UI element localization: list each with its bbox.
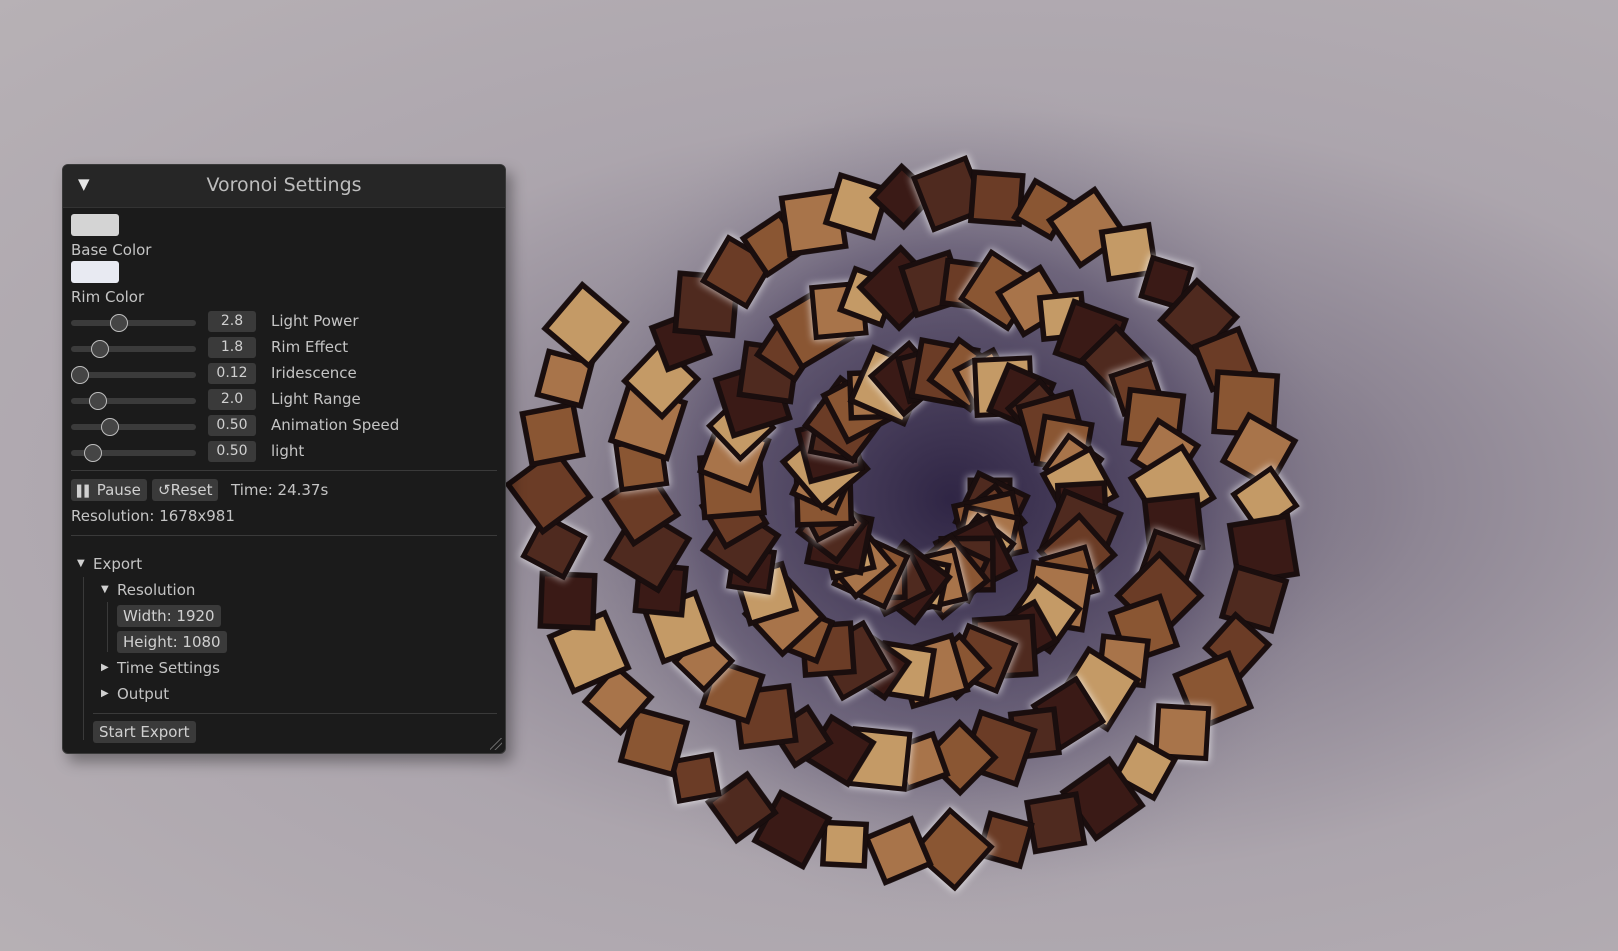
tree-guide-line <box>83 577 84 740</box>
slider-track[interactable] <box>71 366 196 384</box>
pause-icon: ▌▌ <box>77 485 93 498</box>
voronoi-tile <box>1153 703 1212 762</box>
slider-knob[interactable] <box>89 392 108 410</box>
voronoi-tile <box>669 751 722 805</box>
reset-icon: ↺ <box>158 481 171 499</box>
slider-label: light <box>271 442 305 460</box>
slider-light-power[interactable]: 2.8 Light Power <box>71 311 491 332</box>
voronoi-tile <box>1024 791 1087 855</box>
height-field[interactable]: Height: 1080 <box>117 631 227 653</box>
width-field[interactable]: Width: 1920 <box>117 605 221 627</box>
output-section-header[interactable]: Output <box>117 685 169 703</box>
collapsed-triangle-icon: ▶ <box>101 662 109 673</box>
slider-label: Iridescence <box>271 364 357 382</box>
expanded-triangle-icon: ▼ <box>101 584 109 595</box>
slider-track[interactable] <box>71 418 196 436</box>
slider-value[interactable]: 0.50 <box>208 441 256 462</box>
slider-track[interactable] <box>71 340 196 358</box>
slider-light[interactable]: 0.50 light <box>71 441 491 462</box>
resolution-section-header[interactable]: Resolution <box>117 581 195 599</box>
slider-knob[interactable] <box>91 340 110 358</box>
voronoi-tile <box>519 401 586 467</box>
slider-iridescence[interactable]: 0.12 Iridescence <box>71 363 491 384</box>
slider-knob[interactable] <box>100 418 119 436</box>
tree-guide-line <box>107 602 108 652</box>
divider <box>71 535 497 536</box>
slider-label: Light Range <box>271 390 361 408</box>
panel-titlebar[interactable]: ▼ Voronoi Settings <box>63 165 505 208</box>
divider <box>93 713 497 714</box>
slider-animation-speed[interactable]: 0.50 Animation Speed <box>71 415 491 436</box>
slider-rim-effect[interactable]: 1.8 Rim Effect <box>71 337 491 358</box>
time-settings-section-header[interactable]: Time Settings <box>117 659 220 677</box>
export-section-header[interactable]: Export <box>93 555 142 573</box>
slider-track[interactable] <box>71 444 196 462</box>
slider-label: Light Power <box>271 312 359 330</box>
panel-title: Voronoi Settings <box>206 174 362 196</box>
start-export-button[interactable]: Start Export <box>93 721 196 743</box>
slider-label: Animation Speed <box>271 416 400 434</box>
rim-color-label: Rim Color <box>71 288 145 306</box>
divider <box>71 470 497 471</box>
voronoi-tile <box>537 571 598 631</box>
slider-value[interactable]: 0.50 <box>208 415 256 436</box>
slider-value[interactable]: 1.8 <box>208 337 256 358</box>
slider-value[interactable]: 2.0 <box>208 389 256 410</box>
slider-knob[interactable] <box>71 366 89 384</box>
resize-grip-icon[interactable] <box>490 738 502 750</box>
slider-value[interactable]: 2.8 <box>208 311 256 332</box>
slider-track[interactable] <box>71 314 196 332</box>
time-readout: Time: 24.37s <box>231 481 329 499</box>
slider-knob[interactable] <box>83 444 102 462</box>
slider-value[interactable]: 0.12 <box>208 363 256 384</box>
reset-button[interactable]: ↺Reset <box>152 479 219 501</box>
pause-button-label: Pause <box>96 481 141 499</box>
slider-light-range[interactable]: 2.0 Light Range <box>71 389 491 410</box>
pause-button[interactable]: ▌▌ Pause <box>71 479 147 501</box>
slider-label: Rim Effect <box>271 338 349 356</box>
expanded-triangle-icon: ▼ <box>77 558 85 569</box>
reset-button-label: Reset <box>170 481 213 499</box>
base-color-swatch[interactable] <box>71 214 119 236</box>
voronoi-tile <box>820 820 869 869</box>
slider-track[interactable] <box>71 392 196 410</box>
rim-color-swatch[interactable] <box>71 261 119 283</box>
collapsed-triangle-icon: ▶ <box>101 688 109 699</box>
resolution-readout: Resolution: 1678x981 <box>71 507 235 525</box>
base-color-label: Base Color <box>71 241 152 259</box>
slider-knob[interactable] <box>109 314 128 332</box>
voronoi-settings-panel[interactable]: ▼ Voronoi Settings Base Color Rim Color … <box>62 164 506 754</box>
